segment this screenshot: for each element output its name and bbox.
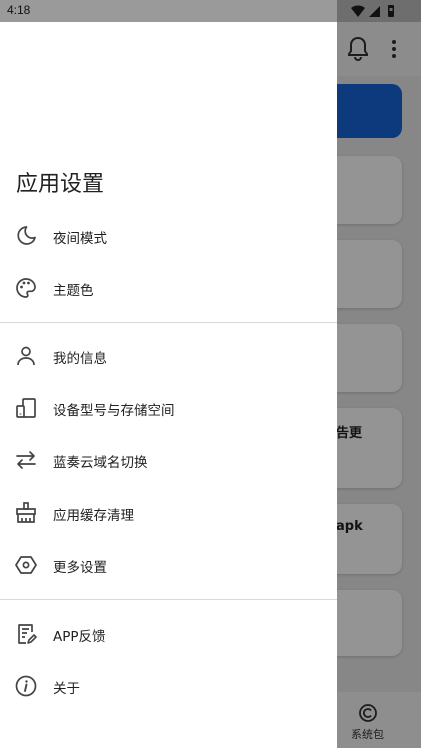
menu-item-device-storage[interactable]: 设备型号与存储空间 [0, 382, 337, 434]
moon-icon [17, 226, 36, 245]
wifi-icon [351, 5, 365, 17]
hexagon-settings-icon [15, 556, 37, 574]
status-time: 4:18 [7, 3, 31, 17]
drawer-title: 应用设置 [16, 172, 105, 197]
palette-icon [16, 278, 36, 298]
divider [0, 599, 337, 600]
menu-item-label: 应用缓存清理 [53, 508, 134, 524]
menu-item-my-info[interactable]: 我的信息 [0, 330, 337, 382]
menu-item-label: 主题色 [53, 283, 94, 299]
menu-item-label: 更多设置 [53, 560, 107, 576]
divider [0, 322, 337, 323]
menu-item-label: 我的信息 [53, 351, 107, 367]
status-bar: 4:18 [0, 0, 421, 22]
status-icons [351, 5, 394, 17]
broom-icon [16, 502, 36, 523]
menu-item-app-feedback[interactable]: APP反馈 [0, 608, 337, 660]
menu-item-theme-color[interactable]: 主题色 [0, 262, 337, 314]
menu-item-night-mode[interactable]: 夜间模式 [0, 210, 337, 262]
settings-drawer: 应用设置 夜间模式 主题色 我的信息 设备型号与存储空间 蓝奏云域名切换 应用缓… [0, 22, 337, 748]
menu-item-label: 设备型号与存储空间 [53, 403, 175, 419]
menu-item-about[interactable]: 关于 [0, 660, 337, 712]
menu-item-label: 关于 [53, 681, 80, 697]
swap-arrows-icon [16, 451, 36, 469]
person-icon [17, 346, 35, 366]
menu-item-label: 夜间模式 [53, 231, 107, 247]
feedback-icon [18, 624, 37, 644]
info-icon [15, 675, 37, 697]
menu-item-more-settings[interactable]: 更多设置 [0, 539, 337, 591]
menu-item-label: 蓝奏云域名切换 [53, 455, 148, 471]
device-storage-icon [16, 398, 36, 418]
menu-item-label: APP反馈 [53, 629, 106, 645]
menu-item-domain-switch[interactable]: 蓝奏云域名切换 [0, 434, 337, 486]
menu-item-cache-clean[interactable]: 应用缓存清理 [0, 487, 337, 539]
signal-icon [369, 6, 380, 17]
